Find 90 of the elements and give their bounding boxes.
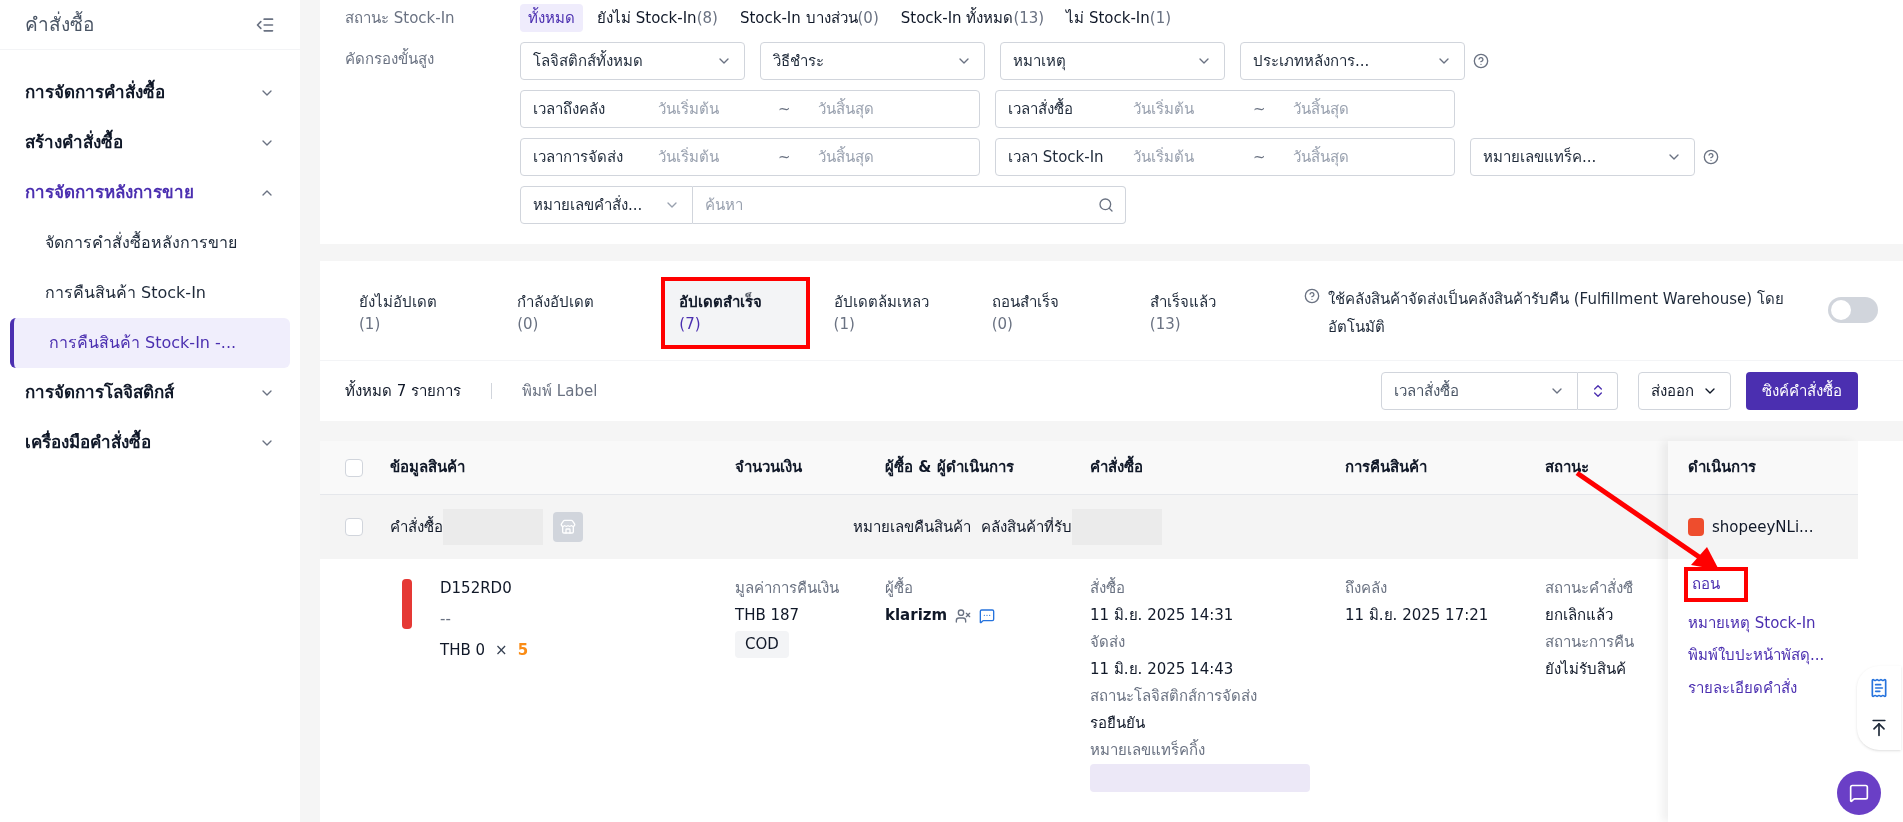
sidebar-group[interactable]: การจัดการหลังการขาย (0, 168, 300, 218)
checkbox[interactable] (345, 458, 363, 477)
help-icon[interactable] (1703, 149, 1719, 165)
sidebar-group[interactable]: เครื่องมือคำสั่งซื้อ (0, 418, 300, 468)
info-label: ถึงคลัง (1345, 578, 1388, 599)
info-label: สถานะโลจิสติกส์การจัดส่ง (1090, 686, 1258, 707)
status-filter-option[interactable]: ยังไม่ Stock-In(8) (589, 4, 726, 32)
column-header: ข้อมูลสินค้า (390, 458, 465, 477)
filter-label: สถานะ Stock-In (345, 7, 456, 29)
toggle-switch[interactable] (1827, 297, 1878, 323)
column-header: การคืนสินค้า (1345, 458, 1427, 477)
info-value: ยังไม่รับสินค้ (1545, 659, 1627, 680)
info-value: 11 มิ.ย. 2025 14:31 (1090, 605, 1235, 626)
sidebar-item[interactable]: การคืนสินค้า Stock-In -... (10, 318, 290, 368)
product-price: THB 0 (440, 640, 486, 661)
dropdown-select[interactable]: ประเภทหลังการ... (1240, 42, 1465, 80)
order-label: คำสั่งซื้อ (390, 515, 443, 538)
sidebar-item[interactable]: การคืนสินค้า Stock-In (10, 268, 290, 318)
action-link[interactable]: หมายเหตุ Stock-In (1684, 611, 1820, 634)
product-sku: D152RD0 (440, 578, 513, 599)
help-icon[interactable] (1303, 288, 1320, 304)
status-filter-option[interactable]: Stock-In ทั้งหมด(13) (892, 4, 1053, 32)
sync-orders-button[interactable]: ซิงค์คำสั่งซื้อ (1746, 372, 1858, 410)
info-label: สั่งซื้อ (1090, 576, 1126, 599)
help-icon[interactable] (1473, 53, 1489, 69)
sidebar-group[interactable]: สร้างคำสั่งซื้อ (0, 118, 300, 168)
sidebar-item[interactable]: จัดการคำสั่งซื้อหลังการขาย (10, 218, 290, 268)
status-filter-option[interactable]: ทั้งหมด (520, 4, 583, 32)
status-filter-option[interactable]: Stock-In บางส่วน(0) (731, 4, 887, 32)
return-number-label: หมายเลขคืนสินค้า (853, 516, 971, 538)
product-quantity: 5 (517, 640, 529, 661)
dropdown-select[interactable]: หมาเหตุ (1000, 42, 1225, 80)
chat-icon[interactable] (979, 607, 996, 624)
buyer-name: klarizm (885, 605, 948, 626)
total-count: ทั้งหมด 7 รายการ (345, 379, 462, 402)
filter-label: คัดกรองขั้นสูง (345, 47, 435, 70)
column-header: ดำเนินการ (1688, 457, 1756, 479)
info-label: สถานะการคืน (1545, 632, 1635, 653)
dropdown-select[interactable]: โลจิสติกส์ทั้งหมด (520, 42, 745, 80)
date-range-field[interactable]: เวลาสั่งซื้อ วันเริ่มต้น ~ วันสิ้นสุด (995, 90, 1455, 128)
sidebar-group[interactable]: การจัดการคำสั่งซื้อ (0, 68, 300, 118)
info-value: ยกเลิกแล้ว (1545, 605, 1614, 626)
info-label: ผู้ซื้อ (885, 576, 914, 599)
info-value: 11 มิ.ย. 2025 17:21 (1345, 605, 1490, 626)
status-tab[interactable]: ยังไม่อัปเดต (1) (345, 277, 494, 349)
store-icon (560, 519, 576, 535)
print-label-button[interactable]: พิมพ์ Label (522, 379, 598, 403)
search-field[interactable]: ค้นหา (693, 186, 1126, 224)
info-label: หมายเลขแทร็คกิ้ง (1090, 738, 1206, 761)
dropdown-select[interactable]: วิธีชำระ (760, 42, 985, 80)
product-variant: -- (440, 609, 452, 630)
sidebar-group[interactable]: การจัดการโลจิสติกส์ (0, 368, 300, 418)
info-label: จัดส่ง (1090, 632, 1126, 653)
auto-warehouse-text: ใช้คลังสินค้าจัดส่งเป็นคลังสินค้ารับคืน (Fulfillment Warehouse) โดยอัตโนมัติ (1327, 288, 1785, 338)
action-link[interactable]: รายละเอียดคำสั่ง (1684, 676, 1801, 699)
date-range-field[interactable]: เวลาการจัดส่ง วันเริ่มต้น ~ วันสิ้นสุด (520, 138, 980, 176)
status-tab[interactable]: สำเร็จแล้ว (13) (1135, 277, 1284, 349)
chat-bubble-icon (1849, 783, 1869, 803)
shop-icon (1688, 518, 1704, 536)
checkbox[interactable] (345, 518, 363, 536)
refund-amount: THB 187 (735, 605, 800, 626)
status-filter-option[interactable]: ไม่ Stock-In(1) (1058, 4, 1180, 32)
info-label: สถานะคำสั่งซื (1545, 577, 1634, 599)
payment-tag: COD (735, 631, 789, 658)
search-type-select[interactable]: หมายเลขคำสั่ง... (520, 186, 693, 224)
product-thumbnail (402, 579, 412, 629)
sort-select[interactable]: เวลาสั่งซื้อ (1381, 372, 1578, 410)
date-range-field[interactable]: เวลาถึงคลัง วันเริ่มต้น ~ วันสิ้นสุด (520, 90, 980, 128)
dropdown-select[interactable]: หมายเลขแทร็ค... (1470, 138, 1695, 176)
sidebar-title: คำสั่งซื้อ (25, 10, 94, 38)
info-value: รอยืนยัน (1090, 713, 1146, 734)
info-value: 11 มิ.ย. 2025 14:43 (1090, 659, 1235, 680)
times-sign: × (495, 640, 508, 661)
status-tab[interactable]: อัปเดตสำเร็จ (7) (661, 277, 810, 349)
column-header: จำนวนเงิน (735, 458, 802, 477)
search-icon[interactable] (1098, 197, 1114, 213)
info-label: มูลค่าการคืนเงิน (735, 578, 839, 599)
sort-order-button[interactable] (1578, 372, 1618, 410)
receipt-icon[interactable] (1869, 678, 1889, 698)
action-link[interactable]: พิมพ์ใบปะหน้าพัสดุ... (1684, 644, 1829, 667)
column-header: สถานะ (1545, 458, 1589, 477)
user-blocked-icon[interactable] (955, 607, 972, 624)
shop-name: shopeeyNLi... (1712, 516, 1814, 538)
export-button[interactable]: ส่งออก (1638, 372, 1731, 410)
status-tab[interactable]: ถอนสำเร็จ (0) (977, 277, 1126, 349)
status-tab[interactable]: อัปเดตล้มเหลว (1) (819, 277, 968, 349)
warehouse-label: คลังสินค้าที่รับ (981, 516, 1072, 538)
back-to-top-icon[interactable] (1869, 718, 1889, 738)
date-range-field[interactable]: เวลา Stock-In วันเริ่มต้น ~ วันสิ้นสุด (995, 138, 1455, 176)
status-tab[interactable]: กำลังอัปเดต (0) (503, 277, 652, 349)
